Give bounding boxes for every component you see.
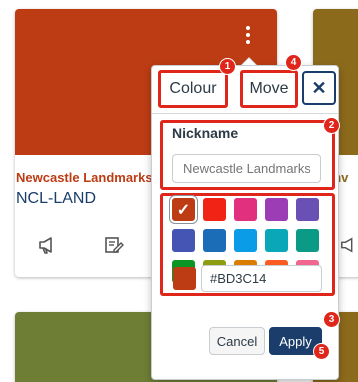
annotation-badge-4: 4 <box>285 54 302 71</box>
course-card-title[interactable]: Newcastle Landmarks <box>16 170 153 185</box>
annotation-badge-3: 3 <box>323 311 340 328</box>
annotation-badge-1: 1 <box>219 58 236 75</box>
announcement-icon[interactable] <box>340 236 358 259</box>
tab-colour[interactable]: Colour <box>158 70 228 108</box>
popover-arrow <box>241 57 257 65</box>
colour-swatch[interactable] <box>203 229 226 252</box>
colour-swatch[interactable] <box>265 229 288 252</box>
check-icon: ✓ <box>176 201 191 219</box>
assignment-icon[interactable] <box>104 236 124 259</box>
nickname-label: Nickname <box>172 125 239 141</box>
course-card-code: NCL-LAND <box>16 190 97 207</box>
card-options-icon[interactable] <box>244 26 252 44</box>
annotation-badge-5: 5 <box>313 343 330 360</box>
tab-move[interactable]: Move <box>240 70 298 108</box>
colour-swatch[interactable] <box>234 198 257 221</box>
colour-swatch[interactable] <box>172 229 195 252</box>
announcement-icon[interactable] <box>38 236 58 259</box>
annotation-badge-2: 2 <box>323 117 340 134</box>
colour-swatch[interactable] <box>296 229 319 252</box>
colour-preview <box>173 267 196 290</box>
close-button[interactable]: ✕ <box>302 71 336 105</box>
close-icon: ✕ <box>311 77 327 98</box>
colour-swatch[interactable]: ✓ <box>170 196 197 223</box>
cancel-button[interactable]: Cancel <box>209 327 265 355</box>
colour-swatch[interactable] <box>203 198 226 221</box>
divider <box>152 113 338 114</box>
nickname-input[interactable] <box>172 154 321 183</box>
colour-swatch[interactable] <box>265 198 288 221</box>
colour-swatch[interactable] <box>234 229 257 252</box>
hex-colour-input[interactable] <box>201 265 322 292</box>
colour-swatch[interactable] <box>296 198 319 221</box>
